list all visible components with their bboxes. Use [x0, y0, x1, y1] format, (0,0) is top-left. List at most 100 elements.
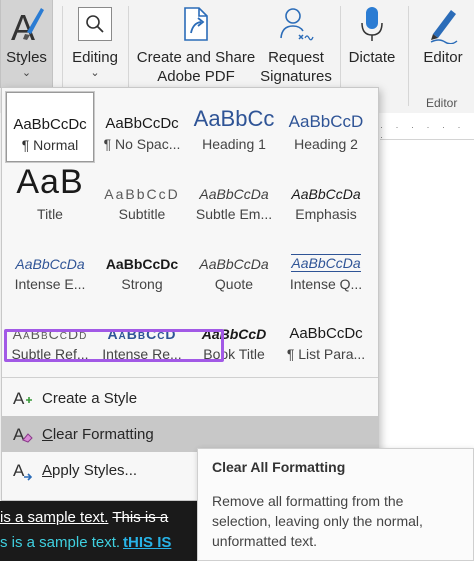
request-signatures-button[interactable]: Request Signatures [256, 0, 336, 90]
create-style-icon: A [2, 387, 42, 409]
editing-button[interactable]: Editing ⌄ [66, 0, 124, 90]
accelerator-key: A [42, 461, 53, 479]
style-preview: AaBbCc [193, 106, 275, 131]
tooltip-body: Remove all formatting from the selection… [212, 493, 423, 549]
style-strong[interactable]: AaBbCcDc Strong [98, 232, 186, 302]
style-name: Subtle Em... [195, 206, 273, 222]
svg-text:A: A [13, 425, 25, 444]
style-preview: AaBbCcDc [105, 115, 179, 132]
apply-styles-icon: A [2, 459, 42, 481]
style-book-title[interactable]: AaBbCcD Book Title [190, 302, 278, 372]
request-label-2: Signatures [260, 68, 332, 85]
style-name: ¶ Normal [21, 137, 79, 153]
request-label-1: Request [268, 49, 324, 66]
style-quote[interactable]: AaBbCcDa Quote [190, 232, 278, 302]
svg-text:A: A [13, 461, 25, 480]
style-preview: AaBbCcDc [289, 325, 363, 342]
dictate-button[interactable]: Dictate [344, 0, 400, 90]
style-preview-wrap: AaBbCcDa [282, 232, 370, 276]
toggle-case-text: tHIS IS [123, 534, 172, 551]
create-share-pdf-button[interactable]: Create and Share Adobe PDF [136, 0, 256, 90]
underlined-text: is a sample text. [0, 509, 109, 526]
create-share-label-2: Adobe PDF [157, 68, 235, 85]
create-style-label: Create a Style [42, 389, 138, 407]
style-name: Intense Re... [102, 346, 182, 362]
style-intense-quote[interactable]: AaBbCcDa Intense Q... [282, 232, 370, 302]
style-preview: AaBbCcD [104, 186, 180, 202]
clear-formatting-tooltip: Clear All Formatting Remove all formatti… [197, 448, 474, 561]
style-subtle-emphasis[interactable]: AaBbCcDa Subtle Em... [190, 162, 278, 232]
style-preview: AaBbCcD [288, 112, 364, 131]
editor-button[interactable]: Editor [414, 0, 472, 90]
style-preview: AaBbCcDa [291, 186, 361, 202]
style-name: Heading 1 [202, 136, 266, 152]
ruler: · · · · · · · [380, 118, 474, 142]
editor-label: Editor [423, 49, 463, 66]
svg-text:A: A [13, 389, 25, 408]
style-name: Heading 2 [294, 136, 358, 152]
style-subtle-reference[interactable]: AaBbCcDd Subtle Ref... [6, 302, 94, 372]
style-intense-reference[interactable]: AaBbCcD Intense Re... [98, 302, 186, 372]
editing-icon [78, 0, 112, 48]
sample-line-2: s is a sample text. tHIS IS [0, 534, 171, 551]
styles-grid: AaBbCcDc ¶ Normal AaBbCcDc ¶ No Spac... … [6, 92, 376, 372]
clear-formatting-icon: A [2, 423, 42, 445]
style-name: Intense E... [14, 276, 86, 292]
style-title[interactable]: AaB Title [6, 162, 94, 232]
styles-button[interactable]: A Styles ⌄ [0, 0, 53, 88]
styles-gallery: AaBbCcDc ¶ Normal AaBbCcDc ¶ No Spac... … [1, 87, 379, 501]
style-preview: AaBbCcDa [199, 186, 269, 202]
clear-formatting-text: lear Formatting [52, 425, 154, 443]
style-intense-emphasis[interactable]: AaBbCcDa Intense E... [6, 232, 94, 302]
apply-styles-text: pply Styles... [52, 461, 138, 479]
style-preview: AaBbCcDc [105, 256, 179, 272]
style-preview: AaBbCcDd [12, 326, 88, 342]
style-subtitle[interactable]: AaBbCcD Subtitle [98, 162, 186, 232]
signature-icon [278, 0, 314, 48]
style-heading-1[interactable]: AaBbCc Heading 1 [190, 92, 278, 162]
tooltip-title: Clear All Formatting [212, 459, 346, 475]
style-name: Strong [121, 276, 163, 292]
pdf-share-icon [179, 0, 213, 48]
style-name: Subtle Ref... [11, 346, 89, 362]
sample-line-1: is a sample text. This is a [0, 509, 168, 526]
style-normal[interactable]: AaBbCcDc ¶ Normal [6, 92, 94, 162]
ribbon-separator [408, 6, 409, 106]
clear-formatting-label: Clear Formatting [42, 426, 154, 443]
style-name: Title [37, 206, 63, 222]
menu-divider [2, 377, 378, 378]
chevron-down-icon: ⌄ [21, 67, 32, 79]
clear-formatting-menu-item[interactable]: A Clear Formatting [2, 416, 378, 452]
chevron-down-icon: ⌄ [90, 67, 100, 79]
style-name: Subtitle [118, 206, 166, 222]
dictate-label: Dictate [348, 49, 396, 66]
editor-pen-icon [425, 0, 461, 48]
create-style-menu-item[interactable]: A Create a Style [2, 380, 378, 416]
style-heading-2[interactable]: AaBbCcD Heading 2 [282, 92, 370, 162]
style-name: Intense Q... [289, 276, 363, 292]
accelerator-key: C [42, 425, 53, 443]
style-name: Emphasis [295, 206, 357, 222]
editing-label: Editing [72, 49, 118, 66]
document-sample-text: is a sample text. This is a s is a sample… [0, 501, 197, 561]
styles-label: Styles [6, 49, 47, 66]
style-preview: AaBbCcDa [199, 256, 269, 272]
style-preview: AaBbCcDc [13, 116, 87, 133]
style-preview: AaB [16, 163, 84, 201]
apply-styles-label: Apply Styles... [42, 462, 137, 479]
style-name: Book Title [203, 346, 265, 362]
editor-group-label: Editor [426, 96, 458, 110]
style-emphasis[interactable]: AaBbCcDa Emphasis [282, 162, 370, 232]
style-name: ¶ List Para... [286, 346, 366, 362]
style-name: Quote [214, 276, 254, 292]
styles-icon: A [7, 0, 47, 48]
style-list-paragraph[interactable]: AaBbCcDc ¶ List Para... [282, 302, 370, 372]
create-share-label-1: Create and Share [136, 49, 256, 66]
cyan-text: s is a sample text. [0, 534, 121, 551]
style-preview: AaBbCcD [107, 326, 177, 342]
style-preview: AaBbCcD [201, 326, 267, 342]
style-name: ¶ No Spac... [103, 136, 181, 152]
microphone-icon [358, 0, 386, 48]
style-no-spacing[interactable]: AaBbCcDc ¶ No Spac... [98, 92, 186, 162]
strikethrough-text: This is a [112, 509, 169, 526]
